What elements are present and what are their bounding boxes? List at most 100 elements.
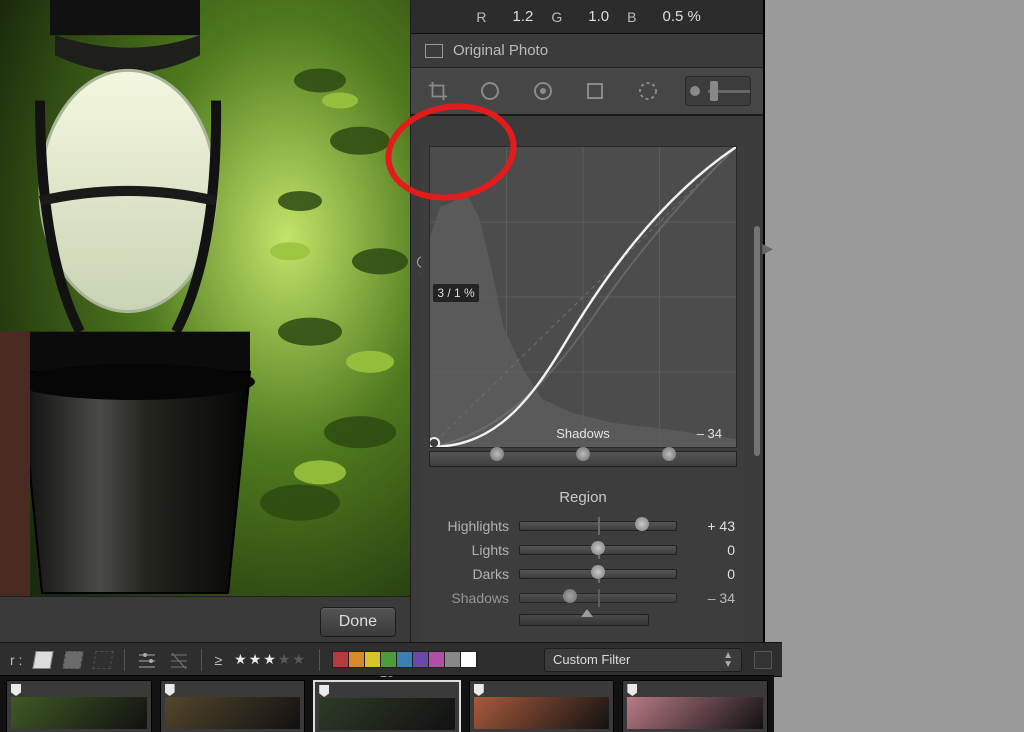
thumb-flag-icon xyxy=(627,684,637,696)
rating-comparator[interactable]: ≥ xyxy=(214,652,222,668)
radial-filter-icon[interactable] xyxy=(633,76,663,106)
region-section: Region Highlights + 43 Lights xyxy=(421,489,745,626)
region-title: Region xyxy=(431,489,735,506)
color-label-filter[interactable] xyxy=(332,651,478,668)
original-photo-label: Original Photo xyxy=(453,42,548,59)
row-shadows: Shadows – 34 xyxy=(431,586,735,610)
tone-curve-panel: ▼ 3 / 1 % xyxy=(411,116,763,682)
filmstrip-thumb[interactable]: 17 xyxy=(622,680,768,732)
photo-preview[interactable] xyxy=(0,0,410,596)
filter-preset-label: Custom Filter xyxy=(553,652,630,667)
photo-illustration xyxy=(0,0,410,596)
panel-disclosure-icon[interactable]: ▶ xyxy=(762,240,773,257)
library-filter-bar: r : ≥ ★★★★★ Custom Filter ▲▼ xyxy=(0,642,782,677)
thumb-index: 14 xyxy=(225,675,239,679)
label-darks: Darks xyxy=(431,566,509,582)
color-swatch[interactable] xyxy=(397,652,413,667)
slider-shadows[interactable] xyxy=(519,593,677,603)
app-root: Done R 1.2 G 1.0 B 0.5 % Original Photo xyxy=(0,0,1024,732)
original-photo-row[interactable]: Original Photo xyxy=(411,34,763,68)
redeye-icon[interactable] xyxy=(528,76,558,106)
thumb-image xyxy=(319,698,455,730)
adjustment-brush-icon[interactable] xyxy=(685,76,751,106)
rgb-readout: R 1.2 G 1.0 B 0.5 % xyxy=(411,0,763,34)
thumb-index: 16 xyxy=(534,675,548,679)
color-swatch[interactable] xyxy=(333,652,349,667)
r-value: 1.2 xyxy=(513,8,534,25)
separator xyxy=(201,649,202,671)
flag-rejected-icon[interactable] xyxy=(93,651,114,669)
row-darks: Darks 0 xyxy=(431,562,735,586)
label-shadows: Shadows xyxy=(431,590,509,606)
flag-picked-icon[interactable] xyxy=(33,651,54,669)
filmstrip[interactable]: 1314151617 xyxy=(0,675,774,732)
slider-lights[interactable] xyxy=(519,545,677,555)
label-lights: Lights xyxy=(431,542,509,558)
curve-readout: 3 / 1 % xyxy=(433,284,479,302)
filter-preset-dropdown[interactable]: Custom Filter ▲▼ xyxy=(544,648,742,672)
split-light-highlight[interactable] xyxy=(662,447,676,461)
label-highlights: Highlights xyxy=(431,518,509,534)
thumb-flag-icon xyxy=(11,684,21,696)
filmstrip-thumb[interactable]: 14 xyxy=(160,680,306,732)
develop-panel: R 1.2 G 1.0 B 0.5 % Original Photo xyxy=(410,0,765,732)
separator xyxy=(124,649,125,671)
flag-unflagged-icon[interactable] xyxy=(63,651,84,669)
thumb-flag-icon xyxy=(319,685,329,697)
split-shadow-dark[interactable] xyxy=(490,447,504,461)
curve-footer: Shadows – 34 xyxy=(430,426,736,441)
value-shadows: – 34 xyxy=(687,590,735,606)
curve-card: Shadows – 34 Region Highlights xyxy=(421,146,745,682)
thumb-image xyxy=(474,697,610,729)
filter-switch-icon-2[interactable] xyxy=(169,651,189,669)
split-dark-light[interactable] xyxy=(576,447,590,461)
row-lights: Lights 0 xyxy=(431,538,735,562)
g-label: G xyxy=(551,9,562,25)
value-lights: 0 xyxy=(687,542,735,558)
panel-scrollbar[interactable] xyxy=(754,226,760,456)
color-swatch[interactable] xyxy=(445,652,461,667)
thumb-image xyxy=(165,697,301,729)
filter-lock-icon[interactable] xyxy=(754,651,772,669)
thumb-flag-icon xyxy=(474,684,484,696)
b-label: B xyxy=(627,9,636,25)
filmstrip-thumb[interactable]: 13 xyxy=(6,680,152,732)
local-tools xyxy=(411,68,763,116)
filter-label: r : xyxy=(10,652,22,668)
spot-removal-icon[interactable] xyxy=(475,76,505,106)
filter-switch-icon-1[interactable] xyxy=(137,651,157,669)
updown-arrows-icon: ▲▼ xyxy=(723,651,733,669)
graduated-filter-icon[interactable] xyxy=(580,76,610,106)
b-value: 0.5 % xyxy=(663,8,701,25)
row-highlights: Highlights + 43 xyxy=(431,514,735,538)
curve-region-splitter[interactable] xyxy=(429,451,737,467)
outside-window xyxy=(765,0,1024,732)
g-value: 1.0 xyxy=(588,8,609,25)
r-label: R xyxy=(476,9,486,25)
separator xyxy=(319,649,320,671)
color-swatch[interactable] xyxy=(365,652,381,667)
done-button[interactable]: Done xyxy=(320,607,396,637)
color-swatch[interactable] xyxy=(413,652,429,667)
filmstrip-thumb[interactable]: 16 xyxy=(469,680,615,732)
color-swatch[interactable] xyxy=(349,652,365,667)
value-darks: 0 xyxy=(687,566,735,582)
thumb-index: 13 xyxy=(72,675,86,679)
color-swatch[interactable] xyxy=(461,652,477,667)
value-highlights: + 43 xyxy=(687,518,735,534)
thumb-image xyxy=(11,697,147,729)
color-swatch[interactable] xyxy=(429,652,445,667)
slider-darks[interactable] xyxy=(519,569,677,579)
thumb-flag-icon xyxy=(165,684,175,696)
slider-highlights[interactable] xyxy=(519,521,677,531)
color-swatch[interactable] xyxy=(381,652,397,667)
preview-column: Done xyxy=(0,0,410,732)
crop-tool-icon[interactable] xyxy=(423,76,453,106)
thumb-index: 17 xyxy=(688,675,702,679)
rating-filter[interactable]: ★★★★★ xyxy=(234,651,307,668)
thumb-image xyxy=(627,697,763,729)
filmstrip-thumb[interactable]: 15 xyxy=(313,680,461,732)
region-range-splitter[interactable] xyxy=(519,614,649,626)
thumb-index: 15 xyxy=(380,675,394,680)
original-photo-icon xyxy=(425,44,443,58)
